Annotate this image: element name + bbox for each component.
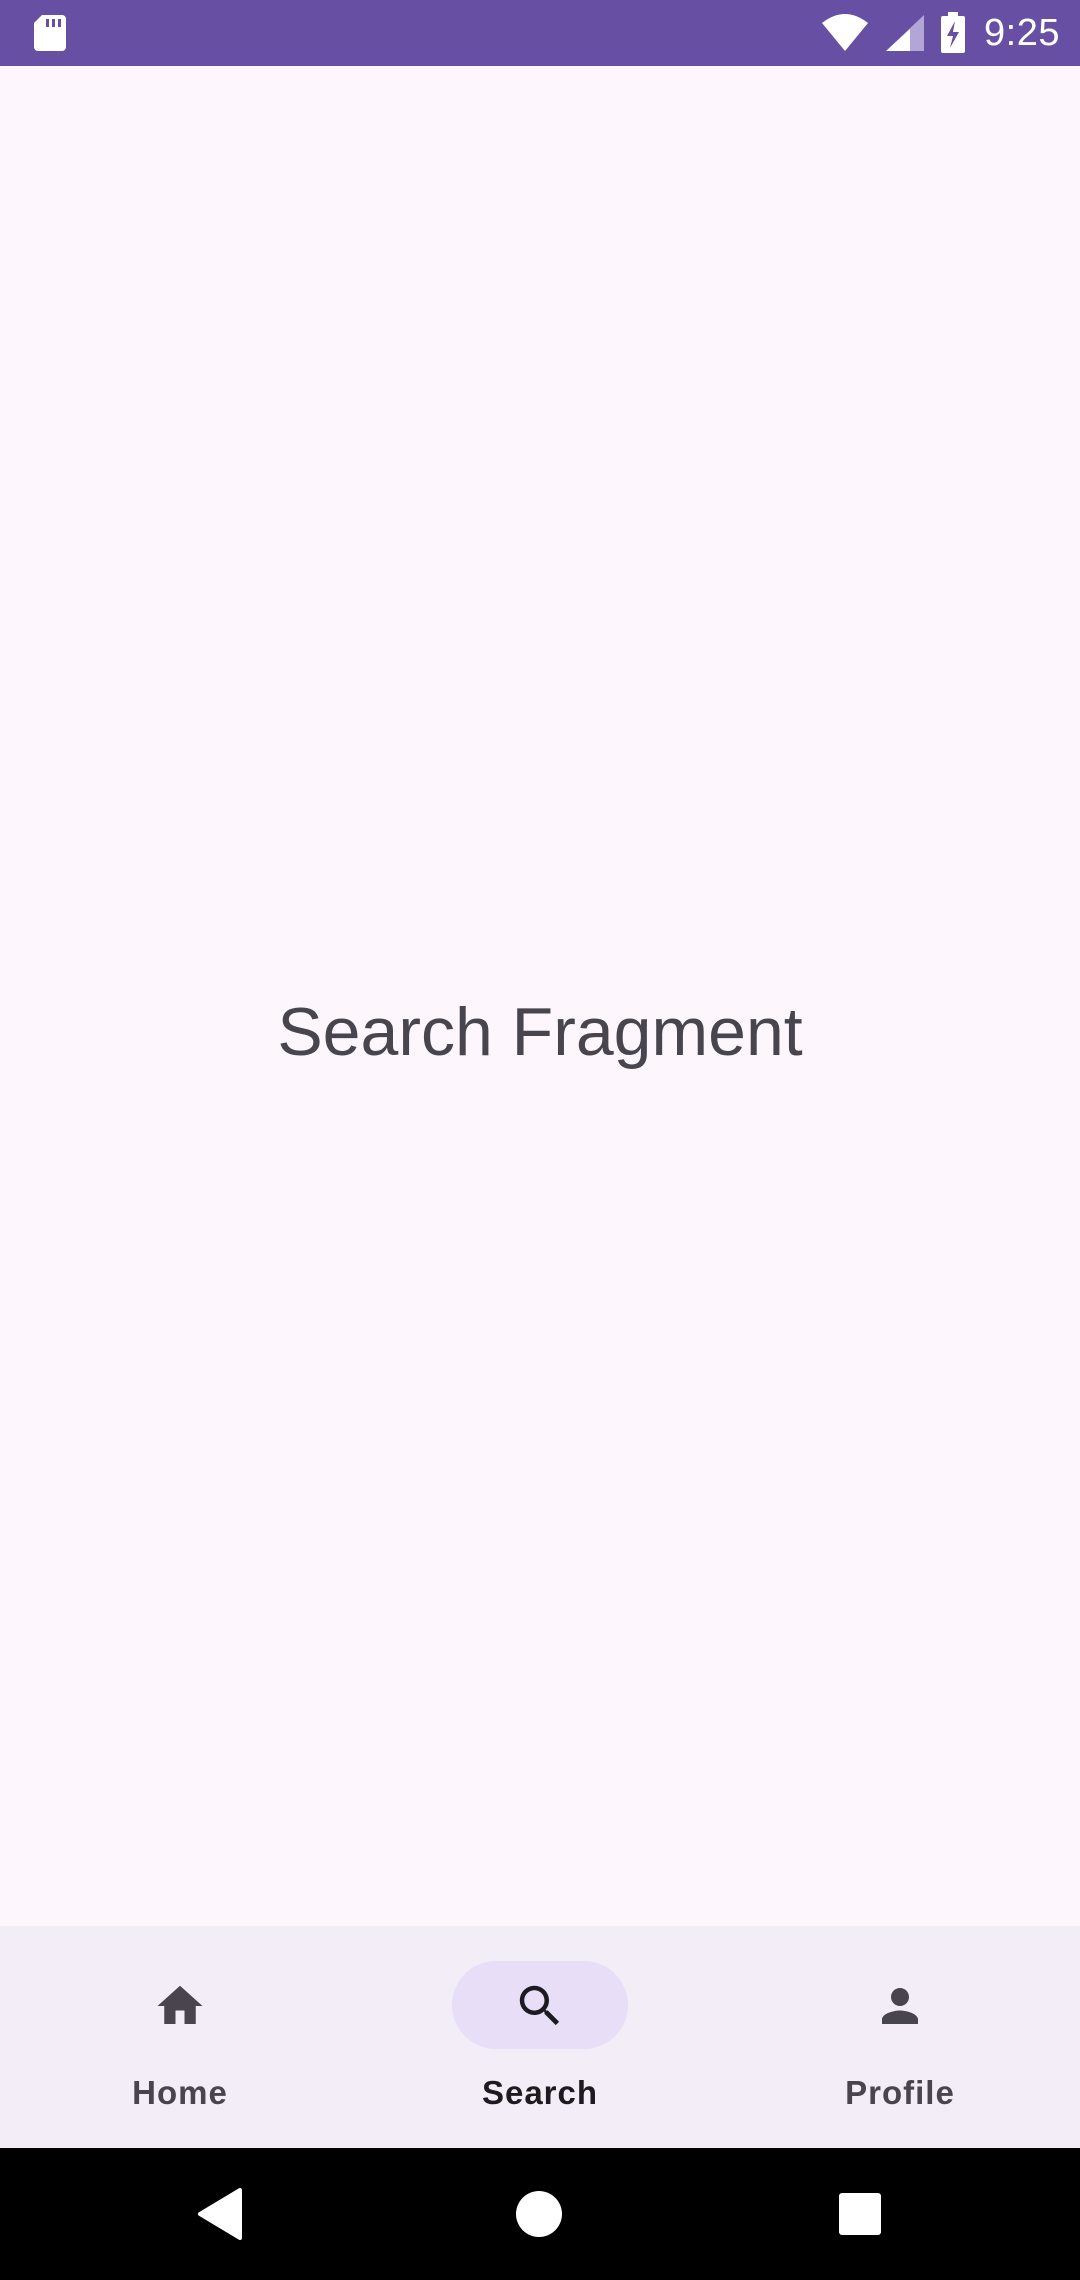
nav-label-profile: Profile (845, 2074, 955, 2111)
battery-charging-icon (941, 12, 966, 53)
home-icon (157, 1985, 203, 2024)
nav-label-home: Home (132, 2074, 228, 2111)
bottom-navigation: Home Search Profile (0, 1926, 1080, 2148)
wifi-icon (822, 14, 869, 51)
signal-icon (886, 15, 925, 51)
recents-icon[interactable] (832, 2186, 888, 2242)
fragment-container: Search Fragment (0, 66, 1080, 1926)
fragment-title: Search Fragment (277, 994, 803, 1070)
search-icon (519, 1985, 560, 2026)
sd-card-icon (34, 15, 66, 51)
nav-label-search: Search (481, 2074, 599, 2111)
person-icon (882, 1988, 918, 2024)
back-icon[interactable] (192, 2186, 248, 2242)
system-navigation-bar (0, 2148, 1080, 2280)
status-time: 9:25 (984, 11, 1060, 54)
nav-item-search[interactable]: Search (360, 1926, 720, 2148)
status-bar: 9:25 (0, 0, 1080, 66)
nav-item-home[interactable]: Home (0, 1926, 360, 2148)
nav-item-profile[interactable]: Profile (720, 1926, 1080, 2148)
home-circle-icon[interactable] (511, 2186, 567, 2242)
